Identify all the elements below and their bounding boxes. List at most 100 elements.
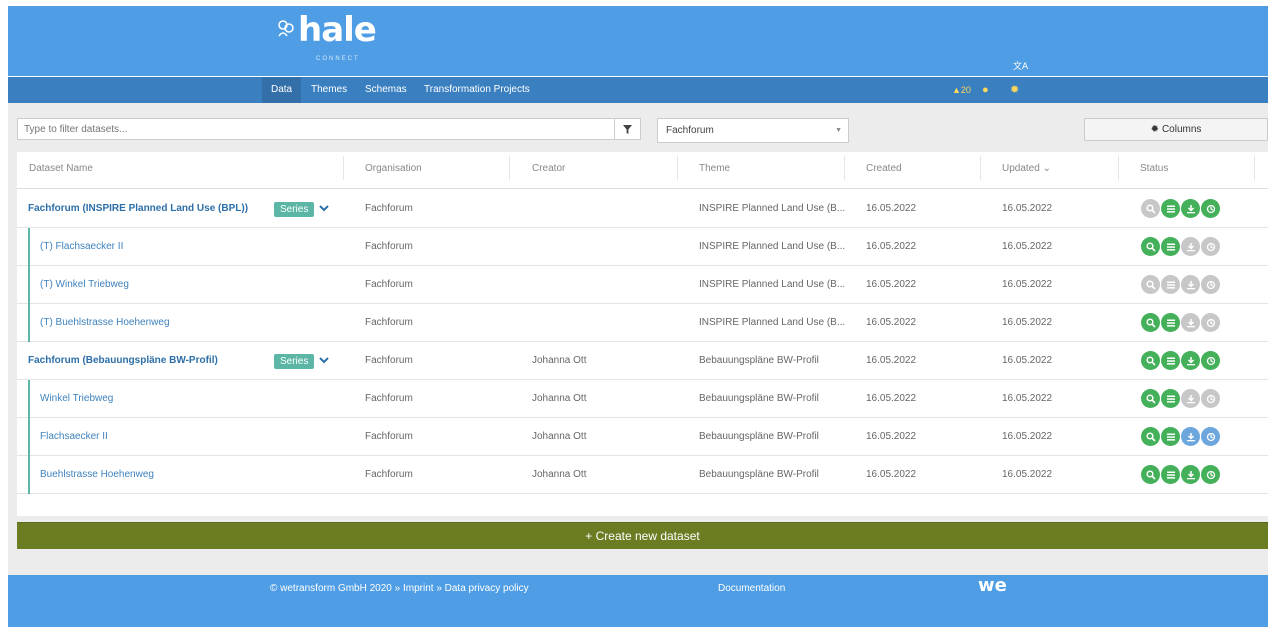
translate-icon[interactable]: 文A (1013, 58, 1029, 72)
table-row[interactable]: (T) Flachsaecker II Fachforum INSPIRE Plan… (17, 228, 1268, 266)
dataset-name-link[interactable]: (T) Flachsaecker II (40, 228, 123, 265)
notifications[interactable]: ▲20 (952, 77, 971, 103)
logo-mark-icon (278, 20, 294, 37)
column-divider (343, 156, 344, 180)
updated-cell: 16.05.2022 (1002, 393, 1053, 404)
table-row[interactable]: Buehlstrasse Hoehenweg Fachforum Johanna O… (17, 456, 1268, 494)
nav-tab-transformation-projects[interactable]: Transformation Projects (424, 77, 530, 103)
dataset-name-link[interactable]: (T) Buehlstrasse Hoehenweg (40, 304, 170, 341)
updated-cell: 16.05.2022 (1002, 355, 1053, 366)
nav-tab-themes[interactable]: Themes (311, 77, 347, 103)
search-icon[interactable] (1141, 313, 1160, 332)
publish-icon[interactable] (1201, 275, 1220, 294)
status-icons (1141, 465, 1221, 485)
theme-cell: INSPIRE Planned Land Use (B... (699, 317, 846, 328)
created-cell: 16.05.2022 (866, 203, 917, 214)
notifications-count: 20 (960, 85, 971, 95)
col-header-theme[interactable]: Theme (699, 152, 730, 188)
dataset-name-link[interactable]: Fachforum (Bebauungspläne BW-Profil) (28, 342, 218, 379)
dataset-filter-input[interactable] (18, 119, 612, 139)
dataset-filter (17, 118, 641, 140)
status-icons (1141, 275, 1221, 295)
list-icon[interactable] (1161, 313, 1180, 332)
filter-button[interactable] (614, 119, 640, 139)
publish-icon[interactable] (1201, 237, 1220, 256)
chevron-down-icon[interactable] (317, 201, 331, 215)
organisation-cell: Fachforum (365, 355, 413, 366)
table-row[interactable]: Winkel Triebweg Fachforum Johanna Ott Bebau… (17, 380, 1268, 418)
nav-tab-data[interactable]: Data (262, 77, 302, 103)
updated-cell: 16.05.2022 (1002, 279, 1053, 290)
list-icon[interactable] (1161, 389, 1180, 408)
list-icon[interactable] (1161, 427, 1180, 446)
download-icon[interactable] (1181, 275, 1200, 294)
search-icon[interactable] (1141, 465, 1160, 484)
search-icon[interactable] (1141, 275, 1160, 294)
dataset-name-link[interactable]: (T) Winkel Triebweg (40, 266, 129, 303)
list-icon[interactable] (1161, 237, 1180, 256)
filter-funnel-icon (623, 124, 632, 134)
footer-documentation-link[interactable]: Documentation (718, 583, 785, 594)
column-divider (677, 156, 678, 180)
gear-icon[interactable]: ✹ (1010, 77, 1019, 103)
theme-cell: Bebauungspläne BW-Profil (699, 355, 819, 366)
chevron-down-icon[interactable] (317, 353, 331, 367)
create-dataset-button[interactable]: + Create new dataset (17, 522, 1268, 549)
publish-icon[interactable] (1201, 465, 1220, 484)
gear-icon: ✹ (1150, 124, 1159, 135)
download-icon[interactable] (1181, 237, 1200, 256)
col-header-created[interactable]: Created (866, 152, 902, 188)
creator-cell: Johanna Ott (532, 431, 587, 442)
organisation-cell: Fachforum (365, 431, 413, 442)
table-row[interactable]: (T) Winkel Triebweg Fachforum INSPIRE Plan… (17, 266, 1268, 304)
organisation-cell: Fachforum (365, 203, 413, 214)
download-icon[interactable] (1181, 313, 1200, 332)
status-icons (1141, 199, 1221, 219)
search-icon[interactable] (1141, 427, 1160, 446)
col-header-updated[interactable]: Updated ⌄ (1002, 152, 1051, 188)
download-icon[interactable] (1181, 199, 1200, 218)
table-row[interactable]: Flachsaecker II Fachforum Johanna Ott Bebau… (17, 418, 1268, 456)
theme-cell: INSPIRE Planned Land Use (B... (699, 241, 846, 252)
column-divider (509, 156, 510, 180)
publish-icon[interactable] (1201, 351, 1220, 370)
dataset-name-link[interactable]: Fachforum (INSPIRE Planned Land Use (BPL… (28, 190, 248, 227)
dataset-name-link[interactable]: Flachsaecker II (40, 418, 108, 455)
download-icon[interactable] (1181, 351, 1200, 370)
status-icons (1141, 389, 1221, 409)
download-icon[interactable] (1181, 389, 1200, 408)
table-row[interactable]: (T) Buehlstrasse Hoehenweg Fachforum INSPI… (17, 304, 1268, 342)
publish-icon[interactable] (1201, 199, 1220, 218)
publish-icon[interactable] (1201, 313, 1220, 332)
dataset-name-link[interactable]: Winkel Triebweg (40, 380, 113, 417)
col-header-creator[interactable]: Creator (532, 152, 565, 188)
download-icon[interactable] (1181, 465, 1200, 484)
col-header-status[interactable]: Status (1140, 152, 1168, 188)
col-header-organisation[interactable]: Organisation (365, 152, 422, 188)
list-icon[interactable] (1161, 199, 1180, 218)
col-header-dataset-name[interactable]: Dataset Name (29, 152, 93, 188)
publish-icon[interactable] (1201, 389, 1220, 408)
columns-button[interactable]: ✹ Columns (1084, 118, 1268, 141)
table-row-series[interactable]: Fachforum (INSPIRE Planned Land Use (BPL… (17, 190, 1268, 228)
organisation-select[interactable]: Fachforum ▼ (657, 118, 849, 143)
search-icon[interactable] (1141, 199, 1160, 218)
publish-icon[interactable] (1201, 427, 1220, 446)
col-header-updated-label: Updated (1002, 163, 1040, 174)
search-icon[interactable] (1141, 237, 1160, 256)
download-icon[interactable] (1181, 427, 1200, 446)
footer-copyright-links[interactable]: © wetransform GmbH 2020 » Imprint » Data… (270, 583, 529, 594)
list-icon[interactable] (1161, 465, 1180, 484)
user-icon[interactable]: ● (982, 77, 989, 103)
table-row-series[interactable]: Fachforum (Bebauungspläne BW-Profil) Seri… (17, 342, 1268, 380)
status-icons (1141, 313, 1221, 333)
dataset-name-link[interactable]: Buehlstrasse Hoehenweg (40, 456, 154, 493)
updated-cell: 16.05.2022 (1002, 317, 1053, 328)
updated-cell: 16.05.2022 (1002, 203, 1053, 214)
nav-tab-schemas[interactable]: Schemas (365, 77, 407, 103)
list-icon[interactable] (1161, 351, 1180, 370)
list-icon[interactable] (1161, 275, 1180, 294)
organisation-cell: Fachforum (365, 279, 413, 290)
search-icon[interactable] (1141, 389, 1160, 408)
search-icon[interactable] (1141, 351, 1160, 370)
